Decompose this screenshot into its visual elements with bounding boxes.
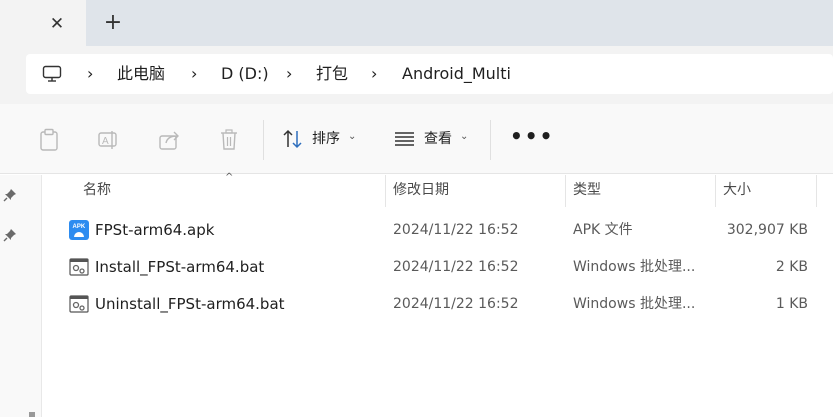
column-divider[interactable] xyxy=(816,175,817,207)
file-row[interactable]: Uninstall_FPSt-arm64.bat 2024/11/22 16:5… xyxy=(66,286,816,323)
close-tab-icon[interactable]: ✕ xyxy=(48,15,66,33)
view-icon[interactable] xyxy=(394,128,416,154)
toolbar-divider xyxy=(263,120,264,160)
this-pc-icon[interactable] xyxy=(42,65,62,87)
file-type: APK 文件 xyxy=(573,222,633,238)
column-header-type[interactable]: 类型 xyxy=(573,175,601,207)
navigation-pane xyxy=(0,175,42,417)
file-size: 1 KB xyxy=(775,296,808,312)
paste-icon[interactable] xyxy=(38,128,60,156)
view-button[interactable]: 查看 xyxy=(424,130,452,148)
batch-file-icon xyxy=(69,257,89,281)
chevron-down-icon[interactable]: ⌄ xyxy=(348,131,356,142)
sort-button[interactable]: 排序 xyxy=(312,130,340,148)
batch-file-icon xyxy=(69,294,89,318)
address-area: › 此电脑 › D (D:) › 打包 › Android_Multi xyxy=(0,46,833,104)
file-type: Windows 批处理... xyxy=(573,259,696,275)
breadcrumb-separator[interactable]: › xyxy=(286,64,292,84)
breadcrumb-item-android-multi[interactable]: Android_Multi xyxy=(402,64,511,84)
file-list: 名称 ^ 修改日期 类型 大小 APK FPSt-arm64.apk 2024/… xyxy=(42,172,833,417)
sort-icon[interactable] xyxy=(282,128,304,154)
file-name[interactable]: Install_FPSt-arm64.bat xyxy=(95,249,264,286)
file-modified: 2024/11/22 16:52 xyxy=(393,296,519,312)
file-size: 302,907 KB xyxy=(726,222,808,238)
column-header-modified[interactable]: 修改日期 xyxy=(393,175,449,207)
column-divider[interactable] xyxy=(385,175,386,207)
sort-ascending-icon: ^ xyxy=(225,172,234,183)
file-modified: 2024/11/22 16:52 xyxy=(393,259,519,275)
breadcrumb-item-package[interactable]: 打包 xyxy=(316,64,348,84)
tab-current[interactable]: ✕ xyxy=(0,0,86,46)
scrollbar-arrow[interactable] xyxy=(29,412,35,417)
new-tab-icon[interactable]: + xyxy=(103,12,123,34)
file-row[interactable]: APK FPSt-arm64.apk 2024/11/22 16:52 APK … xyxy=(66,212,816,249)
column-header-name[interactable]: 名称 xyxy=(83,175,111,207)
more-options-button[interactable]: ••• xyxy=(510,126,554,146)
column-divider[interactable] xyxy=(715,175,716,207)
column-divider[interactable] xyxy=(565,175,566,207)
file-name[interactable]: Uninstall_FPSt-arm64.bat xyxy=(95,286,285,323)
toolbar-divider xyxy=(490,120,491,160)
file-modified: 2024/11/22 16:52 xyxy=(393,222,519,238)
chevron-down-icon[interactable]: ⌄ xyxy=(460,131,468,142)
breadcrumb-item-drive-d[interactable]: D (D:) xyxy=(221,64,269,84)
delete-icon[interactable] xyxy=(218,128,240,156)
pin-icon[interactable] xyxy=(3,227,17,246)
file-size: 2 KB xyxy=(775,259,808,275)
tab-strip: ✕ + xyxy=(0,0,833,46)
file-row[interactable]: Install_FPSt-arm64.bat 2024/11/22 16:52 … xyxy=(66,249,816,286)
column-header-size[interactable]: 大小 xyxy=(723,175,751,207)
breadcrumb-item-this-pc[interactable]: 此电脑 xyxy=(117,64,165,84)
address-bar[interactable]: › 此电脑 › D (D:) › 打包 › Android_Multi xyxy=(26,54,833,94)
svg-text:A: A xyxy=(102,136,109,147)
pin-icon[interactable] xyxy=(3,187,17,206)
apk-icon: APK xyxy=(69,220,89,244)
breadcrumb-separator[interactable]: › xyxy=(371,64,377,84)
file-name[interactable]: FPSt-arm64.apk xyxy=(95,212,214,249)
svg-text:APK: APK xyxy=(73,224,86,230)
breadcrumb-separator[interactable]: › xyxy=(191,64,197,84)
file-type: Windows 批处理... xyxy=(573,296,696,312)
breadcrumb-separator[interactable]: › xyxy=(87,64,93,84)
share-icon[interactable] xyxy=(158,128,182,156)
rename-icon[interactable]: A xyxy=(97,128,121,156)
command-bar: A 排序 ⌄ 查看 ⌄ ••• xyxy=(0,104,833,174)
